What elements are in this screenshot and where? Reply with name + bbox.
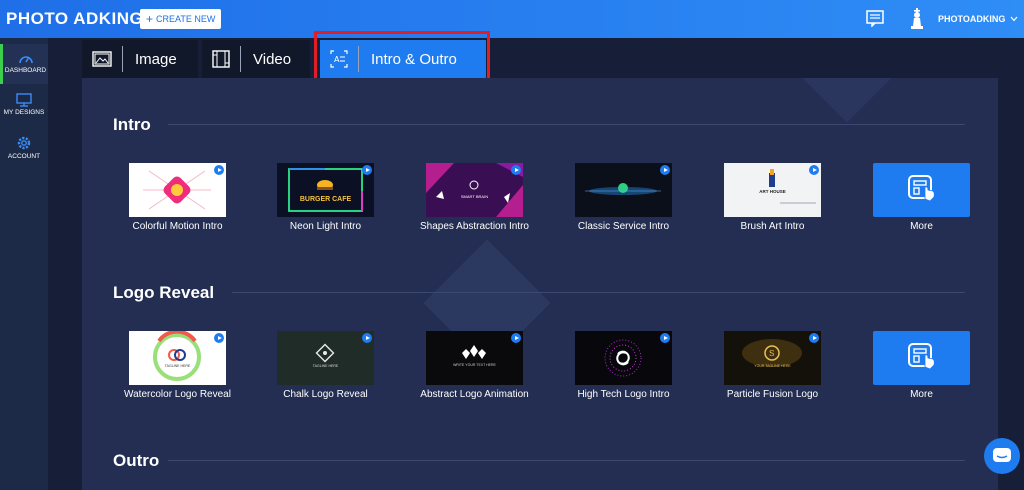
top-bar: PHOTO ADKING + CREATE NEW PHOTOADKING (0, 0, 1024, 38)
film-icon (212, 50, 230, 68)
template-thumbnail[interactable] (129, 163, 226, 217)
logo[interactable]: PHOTO ADKING (6, 9, 143, 29)
thumbnail-text: TAGLINE HERE (312, 364, 339, 368)
play-icon[interactable] (362, 333, 372, 343)
section-divider (168, 460, 965, 461)
template-label: Abstract Logo Animation (420, 389, 529, 400)
template-label: Shapes Abstraction Intro (420, 221, 529, 232)
message-icon[interactable] (866, 10, 884, 27)
template-thumbnail[interactable]: TAGLINE HERE (129, 331, 226, 385)
template-label: Brush Art Intro (740, 221, 805, 232)
play-icon[interactable] (214, 333, 224, 343)
image-icon (92, 51, 112, 67)
template-label: Watercolor Logo Reveal (124, 389, 231, 400)
sidebar-item-label: ACCOUNT (7, 153, 41, 160)
play-icon[interactable] (660, 165, 670, 175)
thumbnail-text: ART HOUSE (759, 189, 786, 194)
sidebar-item-account[interactable]: ACCOUNT (0, 128, 48, 168)
template-label: Particle Fusion Logo (726, 389, 819, 400)
section-title-logo-reveal: Logo Reveal (113, 283, 215, 302)
template-thumbnail[interactable]: BURGER CAFE (277, 163, 374, 217)
template-label: High Tech Logo Intro (577, 389, 670, 400)
play-icon[interactable] (511, 165, 521, 175)
play-icon[interactable] (362, 165, 372, 175)
username[interactable]: PHOTOADKING (938, 14, 1005, 24)
decorative-diamond (797, 78, 897, 123)
templates-icon (908, 175, 935, 202)
play-icon[interactable] (809, 333, 819, 343)
gear-icon (17, 136, 31, 150)
more-label[interactable]: More (873, 389, 970, 400)
tab-image[interactable]: Image (82, 40, 198, 78)
chevron-down-icon[interactable] (1010, 15, 1018, 23)
template-thumbnail[interactable] (575, 163, 672, 217)
create-new-label: CREATE NEW (156, 14, 216, 24)
tab-separator (240, 46, 241, 72)
play-icon[interactable] (214, 165, 224, 175)
thumbnail-text: SMART BRAIN (460, 194, 489, 199)
more-label[interactable]: More (873, 221, 970, 232)
king-avatar-icon[interactable] (910, 8, 924, 30)
svg-text:S: S (769, 349, 774, 358)
tab-video[interactable]: Video (202, 40, 310, 78)
more-button-intro[interactable] (873, 163, 970, 217)
thumbnail-text: TAGLINE HERE (164, 364, 191, 368)
sidebar: DASHBOARD MY DESIGNS ACCOUNT (0, 38, 48, 490)
template-label: Colorful Motion Intro (132, 221, 223, 232)
template-label: Neon Light Intro (289, 221, 362, 232)
chat-widget-button[interactable] (984, 438, 1020, 474)
template-thumbnail[interactable]: TAGLINE HERE (277, 331, 374, 385)
plus-icon: + (146, 12, 154, 26)
tab-highlight-box (314, 31, 490, 84)
thumbnail-text: YOUR TAGLINE HERE (754, 364, 791, 368)
template-label: Classic Service Intro (577, 221, 670, 232)
create-new-button[interactable]: + CREATE NEW (140, 9, 222, 29)
more-button-logo-reveal[interactable] (873, 331, 970, 385)
gauge-icon (18, 56, 33, 64)
tab-separator (122, 46, 123, 72)
template-thumbnail[interactable]: WRITE YOUR TEXT HERE (426, 331, 523, 385)
thumbnail-text: WRITE YOUR TEXT HERE (453, 363, 496, 367)
section-title-intro: Intro (113, 115, 151, 134)
tab-label: Image (135, 50, 177, 68)
monitor-icon (16, 93, 32, 107)
sidebar-item-dashboard[interactable]: DASHBOARD (0, 44, 48, 84)
tab-label: Video (253, 50, 292, 68)
template-thumbnail[interactable]: S YOUR TAGLINE HERE (724, 331, 821, 385)
template-thumbnail[interactable] (575, 331, 672, 385)
content-panel: Intro Colorful Motion Intro BURGER CAFE … (82, 78, 998, 490)
play-icon[interactable] (660, 333, 670, 343)
section-title-outro: Outro (113, 451, 160, 470)
chat-icon (993, 448, 1011, 462)
section-divider (232, 292, 965, 293)
template-thumbnail[interactable]: ART HOUSE (724, 163, 821, 217)
template-thumbnail[interactable]: SMART BRAIN (426, 163, 523, 217)
thumbnail-text: BURGER CAFE (299, 196, 352, 203)
play-icon[interactable] (809, 165, 819, 175)
sidebar-item-label: MY DESIGNS (3, 109, 45, 116)
sidebar-item-my-designs[interactable]: MY DESIGNS (0, 86, 48, 126)
templates-icon (908, 343, 935, 370)
play-icon[interactable] (511, 333, 521, 343)
section-divider (168, 124, 965, 125)
template-label: Chalk Logo Reveal (283, 389, 368, 400)
sidebar-item-label: DASHBOARD (4, 67, 47, 74)
